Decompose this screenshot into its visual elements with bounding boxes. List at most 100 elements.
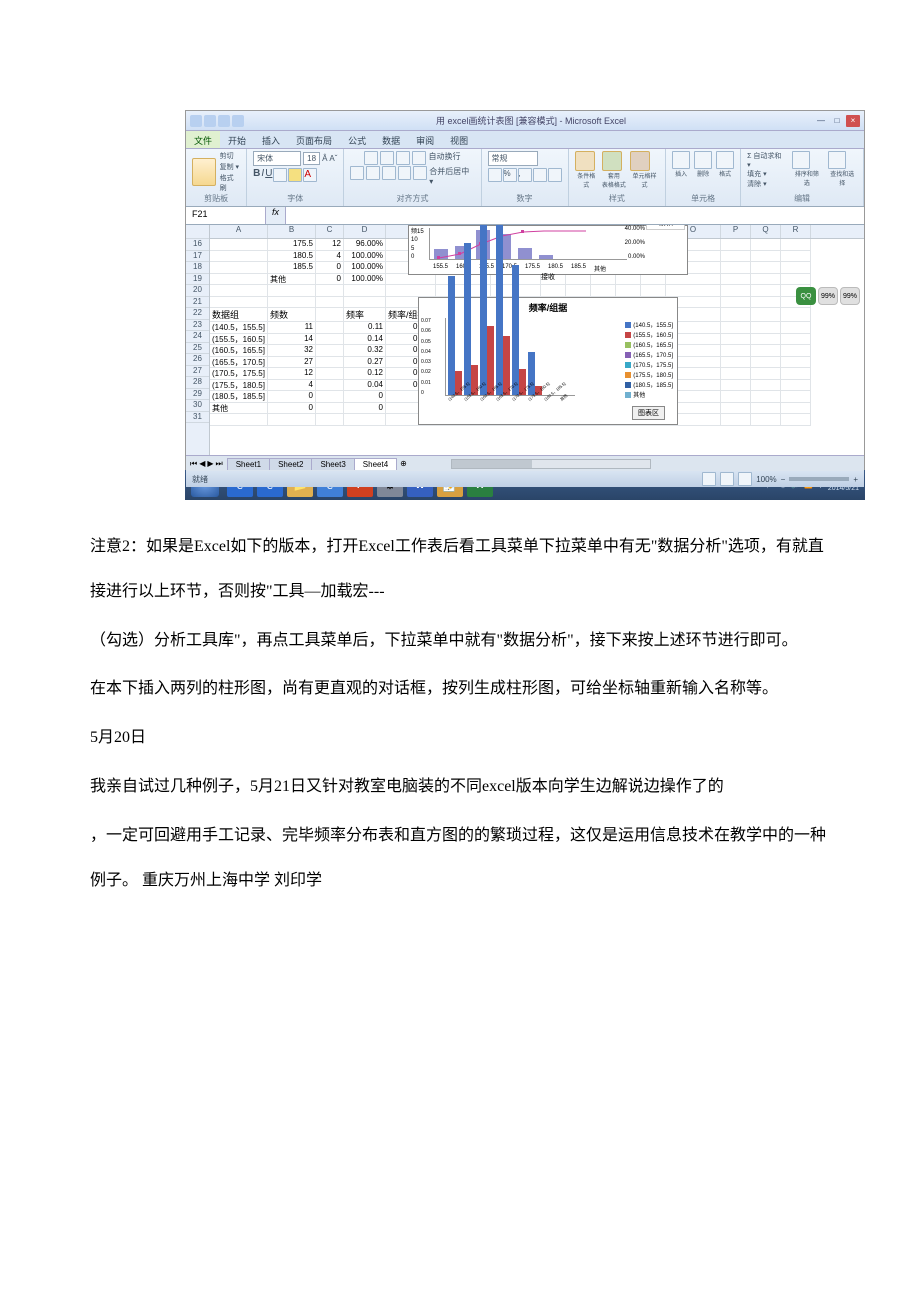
cell[interactable]: 12	[316, 239, 344, 251]
cell[interactable]: 185.5	[268, 262, 316, 274]
tab-data[interactable]: 数据	[374, 131, 408, 148]
row-header[interactable]: 21	[186, 297, 209, 309]
cell[interactable]: 4	[268, 380, 316, 392]
font-name-dropdown[interactable]: 宋体	[253, 151, 301, 166]
cell[interactable]: 12	[268, 368, 316, 380]
cell[interactable]	[781, 391, 811, 403]
cell[interactable]	[751, 345, 781, 357]
redo-icon[interactable]	[232, 115, 244, 127]
cell[interactable]	[316, 380, 344, 392]
autosum-button[interactable]: Σ 自动求和 ▾	[747, 151, 786, 169]
tab-layout[interactable]: 页面布局	[288, 131, 340, 148]
cell[interactable]	[316, 308, 344, 322]
cell[interactable]	[781, 345, 811, 357]
tab-formulas[interactable]: 公式	[340, 131, 374, 148]
sheet-next-icon[interactable]: ▶	[207, 459, 213, 469]
zoom-slider[interactable]	[789, 477, 849, 481]
cell[interactable]	[210, 297, 268, 309]
indent-dec-icon[interactable]	[398, 166, 412, 180]
formula-bar[interactable]	[286, 207, 864, 224]
cell[interactable]: 0.14	[344, 334, 386, 346]
cell[interactable]: 0.12	[344, 368, 386, 380]
cell[interactable]	[781, 251, 811, 263]
align-left-icon[interactable]	[350, 166, 364, 180]
cell[interactable]	[268, 297, 316, 309]
cut-button[interactable]: 剪切	[220, 151, 241, 161]
row-header[interactable]: 19	[186, 274, 209, 286]
cell[interactable]	[751, 308, 781, 322]
cell[interactable]	[386, 274, 436, 286]
cell[interactable]: 180.5	[268, 251, 316, 263]
merge-button[interactable]: 合并后居中 ▾	[429, 166, 474, 186]
qq-main-icon[interactable]: QQ	[796, 287, 816, 305]
cell[interactable]: 14	[268, 334, 316, 346]
maximize-button[interactable]: □	[830, 115, 844, 127]
view-break-icon[interactable]	[738, 472, 752, 486]
row-header[interactable]: 25	[186, 343, 209, 355]
cell[interactable]: 175.5	[268, 239, 316, 251]
cell[interactable]	[721, 414, 751, 426]
row-header[interactable]: 17	[186, 251, 209, 263]
cell[interactable]	[781, 403, 811, 415]
copy-button[interactable]: 复制 ▾	[220, 162, 241, 172]
cell[interactable]	[386, 285, 436, 297]
cell[interactable]	[316, 414, 344, 426]
tab-insert[interactable]: 插入	[254, 131, 288, 148]
view-normal-icon[interactable]	[702, 472, 716, 486]
cell[interactable]: 0.04	[344, 380, 386, 392]
currency-icon[interactable]	[488, 168, 502, 182]
col-header[interactable]: B	[268, 225, 316, 238]
cell[interactable]: 0.32	[344, 345, 386, 357]
border-icon[interactable]	[273, 168, 287, 182]
cell[interactable]: (165.5，170.5]	[210, 357, 268, 369]
undo-icon[interactable]	[218, 115, 230, 127]
cell-style-button[interactable]	[630, 151, 650, 171]
align-mid-icon[interactable]	[380, 151, 394, 165]
percent-icon[interactable]: %	[503, 168, 517, 182]
row-header[interactable]: 22	[186, 308, 209, 320]
save-icon[interactable]	[204, 115, 216, 127]
cell[interactable]: 0	[316, 262, 344, 274]
fx-icon[interactable]: fx	[266, 207, 286, 224]
cell[interactable]: 4	[316, 251, 344, 263]
cell[interactable]	[751, 403, 781, 415]
cell[interactable]	[751, 262, 781, 274]
indent-inc-icon[interactable]	[413, 166, 427, 180]
cell[interactable]	[781, 262, 811, 274]
cell[interactable]	[210, 414, 268, 426]
number-format-dropdown[interactable]: 常规	[488, 151, 538, 166]
wrap-text-button[interactable]: 自动换行	[428, 151, 460, 165]
tab-view[interactable]: 视图	[442, 131, 476, 148]
row-header[interactable]: 27	[186, 366, 209, 378]
cell[interactable]: 27	[268, 357, 316, 369]
insert-cell-button[interactable]	[672, 151, 690, 169]
bold-button[interactable]: B	[253, 168, 260, 182]
qq-sub-icon-2[interactable]: 99%	[840, 287, 860, 305]
cell[interactable]: (155.5，160.5]	[210, 334, 268, 346]
select-all-corner[interactable]	[186, 225, 209, 239]
cell[interactable]	[721, 380, 751, 392]
cell[interactable]	[210, 251, 268, 263]
sheet-prev-icon[interactable]: ◀	[199, 459, 205, 469]
cell[interactable]	[751, 414, 781, 426]
cell[interactable]	[751, 380, 781, 392]
cell[interactable]	[751, 239, 781, 251]
cell[interactable]	[316, 345, 344, 357]
cell[interactable]: 其他	[268, 274, 316, 286]
cell[interactable]	[751, 368, 781, 380]
cell[interactable]	[751, 334, 781, 346]
increase-font-icon[interactable]: Â	[322, 154, 327, 163]
fill-color-icon[interactable]	[288, 168, 302, 182]
row-header[interactable]: 29	[186, 389, 209, 401]
cell[interactable]	[316, 297, 344, 309]
italic-button[interactable]: I	[261, 168, 264, 182]
cell[interactable]	[751, 285, 781, 297]
sheet-last-icon[interactable]: ⏭	[216, 459, 223, 469]
cell[interactable]	[316, 285, 344, 297]
inc-decimal-icon[interactable]	[533, 168, 547, 182]
bar-chart-2[interactable]: 频率/组据 0.070.060.050.040.030.020.010 (140…	[418, 297, 678, 425]
orientation-icon[interactable]	[412, 151, 426, 165]
cell[interactable]	[268, 414, 316, 426]
cell[interactable]: (175.5，180.5]	[210, 380, 268, 392]
cell[interactable]	[781, 274, 811, 286]
